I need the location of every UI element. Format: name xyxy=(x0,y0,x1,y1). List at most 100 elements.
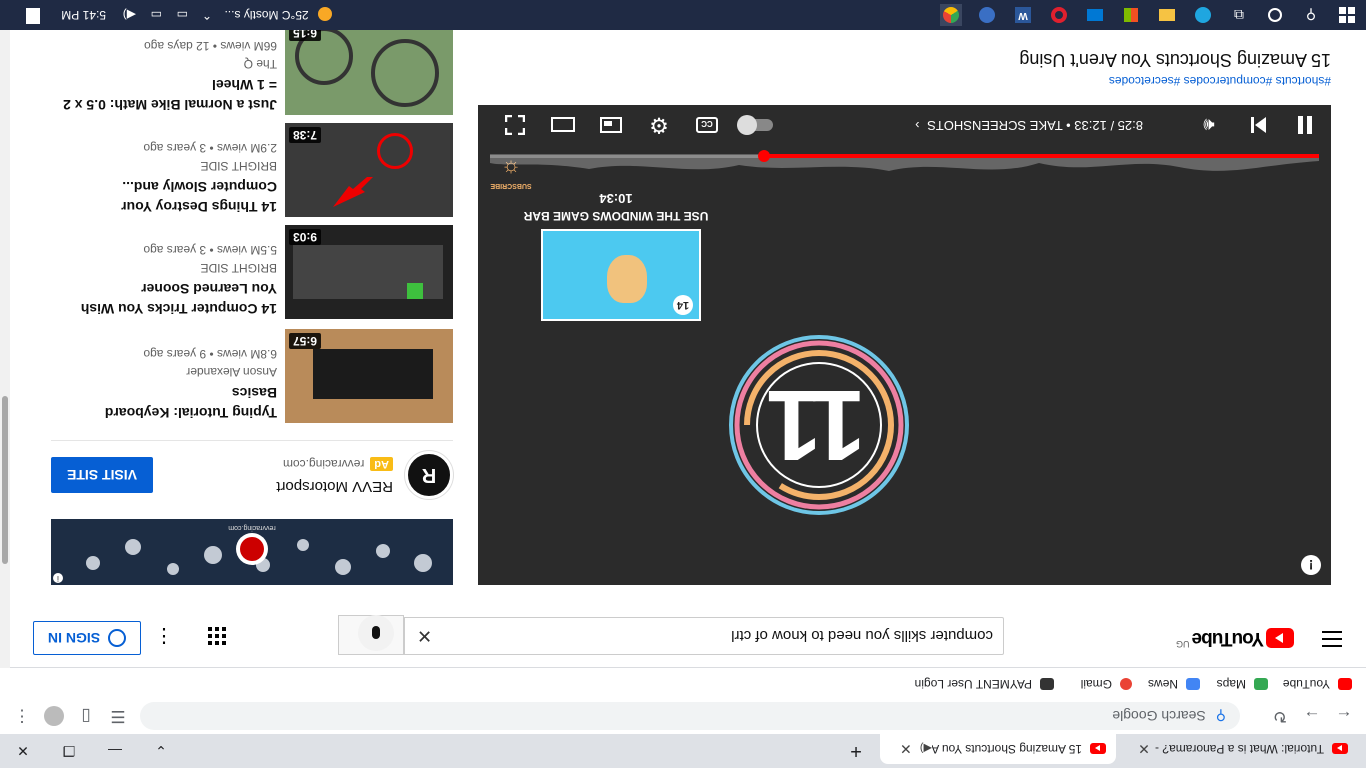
windows-start-icon[interactable] xyxy=(1336,4,1358,26)
reload-icon[interactable]: ↻ xyxy=(1268,704,1292,728)
visit-site-button[interactable]: VISIT SITE xyxy=(51,457,153,493)
progress-scrubber[interactable] xyxy=(757,150,770,162)
chrome-icon[interactable] xyxy=(940,4,962,26)
info-icon[interactable]: ! xyxy=(1301,555,1321,575)
video-thumbnail[interactable]: 6:15 xyxy=(285,21,453,115)
tab-shortcuts[interactable]: 15 Amazing Shortcuts You A... ◀) ✕ xyxy=(880,734,1116,764)
autoplay-toggle[interactable] xyxy=(737,111,775,139)
revv-logo[interactable]: R xyxy=(405,451,453,499)
video-thumbnail[interactable]: 7:38 xyxy=(285,123,453,217)
back-arrow-icon[interactable]: ← xyxy=(1332,704,1356,728)
maximize-button[interactable]: ❐ xyxy=(46,734,92,768)
tab-search-icon[interactable]: ⌄ xyxy=(138,734,184,768)
related-video[interactable]: 7:38 14 Things Destroy Your Computer Slo… xyxy=(51,123,453,217)
tab-panorama[interactable]: Tutorial: What is a Panorama? - Y... ✕ xyxy=(1122,734,1358,764)
ad-name[interactable]: REVV Motorsport xyxy=(276,478,393,495)
profile-avatar[interactable] xyxy=(42,704,66,728)
task-view-icon[interactable]: ⧉ xyxy=(1228,4,1250,26)
close-window-button[interactable]: ✕ xyxy=(0,734,46,768)
browser-tab-bar: Tutorial: What is a Panorama? - Y... ✕ 1… xyxy=(0,734,1366,768)
channel-name[interactable]: Anson Alexander xyxy=(57,365,277,379)
time-current: 8:25 xyxy=(1117,118,1143,133)
search-input[interactable]: computer skills you need to know of ctrl… xyxy=(404,617,1004,655)
sign-in-label: SIGN IN xyxy=(47,630,101,646)
keyboard-image xyxy=(313,349,433,399)
youtube-icon xyxy=(1338,678,1352,690)
network-icon[interactable]: ▭ xyxy=(177,8,188,22)
voice-search-button[interactable] xyxy=(358,615,394,651)
bookmark-payment[interactable]: PAYMENT User Login xyxy=(915,677,1054,691)
notifications-icon[interactable] xyxy=(26,5,40,24)
channel-name[interactable]: BRIGHT SIDE xyxy=(57,261,277,275)
progress-fill xyxy=(763,154,1319,158)
new-tab-button[interactable]: + xyxy=(842,738,870,762)
next-video-button[interactable] xyxy=(1245,111,1273,139)
chapter-title[interactable]: TAKE SCREENSHOTS xyxy=(927,118,1063,133)
battery-icon[interactable]: ▭ xyxy=(151,8,162,22)
miniplayer-icon[interactable] xyxy=(597,111,625,139)
channel-name[interactable]: The Q xyxy=(57,57,277,71)
video-thumbnail[interactable]: 9:03 xyxy=(285,225,453,319)
bookmark-maps[interactable]: Maps xyxy=(1217,677,1268,691)
side-panel-icon[interactable]: ▯ xyxy=(74,704,98,728)
video-player[interactable]: ! 11 14 USE THE WINDOWS GAME BAR 10:34 S… xyxy=(478,105,1331,585)
clock[interactable]: 5:41 PM xyxy=(61,8,106,22)
audio-playing-icon[interactable]: ◀) xyxy=(920,743,932,756)
youtube-logo[interactable]: YouTube UG xyxy=(1176,627,1294,649)
theater-mode-icon[interactable] xyxy=(549,111,577,139)
channel-name[interactable]: BRIGHT SIDE xyxy=(57,159,277,173)
related-video[interactable]: 6:15 Just a Normal Bike Math: 0.5 x 2 = … xyxy=(51,21,453,115)
browser-menu-icon[interactable]: ⋮ xyxy=(10,704,34,728)
mail-icon[interactable] xyxy=(1084,4,1106,26)
volume-icon[interactable]: 🔊︎ xyxy=(1195,111,1223,139)
apps-grid-icon[interactable] xyxy=(208,622,226,645)
settings-gear-icon[interactable]: ⚙ xyxy=(645,111,673,139)
video-duration: 6:57 xyxy=(289,333,322,349)
weather-widget[interactable]: 25°C Mostly s... xyxy=(225,7,332,22)
bookmark-label: Gmail xyxy=(1080,677,1112,691)
app-icon[interactable] xyxy=(976,4,998,26)
news-icon xyxy=(1186,678,1200,690)
cortana-icon[interactable] xyxy=(1264,4,1286,26)
volume-icon[interactable]: ◀) xyxy=(123,8,136,22)
bookmark-gmail[interactable]: Gmail xyxy=(1081,677,1132,691)
clear-search-icon[interactable]: ✕ xyxy=(417,626,432,647)
opera-icon[interactable] xyxy=(1048,4,1070,26)
captions-icon[interactable]: CC xyxy=(693,111,721,139)
fullscreen-icon[interactable] xyxy=(501,111,529,139)
scrollbar-thumb[interactable] xyxy=(2,396,8,564)
show-hidden-icons[interactable]: ⌃ xyxy=(202,8,212,22)
payment-icon xyxy=(1040,678,1054,690)
ad-banner[interactable]: revvracing.com i xyxy=(51,519,453,585)
bookmark-youtube[interactable]: YouTube xyxy=(1283,677,1352,691)
page-scrollbar[interactable] xyxy=(0,0,10,668)
video-hashtags[interactable]: #shortcuts #computercodes #secretcodes xyxy=(478,74,1331,88)
store-icon[interactable] xyxy=(1120,4,1142,26)
tab-title: 15 Amazing Shortcuts You A... xyxy=(932,742,1082,756)
settings-more-icon[interactable]: ⋮ xyxy=(154,624,174,649)
sign-in-button[interactable]: SIGN IN xyxy=(33,621,141,655)
video-thumbnail[interactable]: 6:57 xyxy=(285,329,453,423)
progress-bar[interactable] xyxy=(490,150,1319,162)
related-video[interactable]: 9:03 14 Computer Tricks You Wish You Lea… xyxy=(51,225,453,319)
logo-region: UG xyxy=(1176,639,1190,649)
file-explorer-icon[interactable] xyxy=(1156,4,1178,26)
pause-button[interactable] xyxy=(1291,111,1319,139)
related-video[interactable]: 6:57 Typing Tutorial: Keyboard Basics An… xyxy=(51,329,453,423)
close-tab-icon[interactable]: ✕ xyxy=(1134,741,1154,758)
bookmark-news[interactable]: News xyxy=(1148,677,1200,691)
close-tab-icon[interactable]: ✕ xyxy=(896,741,916,758)
forward-arrow-icon[interactable]: → xyxy=(1300,704,1324,728)
chevron-right-icon[interactable]: › xyxy=(915,118,919,133)
endcard-video-thumbnail[interactable]: 14 xyxy=(541,229,701,321)
hamburger-menu-icon[interactable] xyxy=(1322,631,1342,647)
highlight-key xyxy=(407,283,423,299)
edge-icon[interactable] xyxy=(1192,4,1214,26)
reading-list-icon[interactable]: ☰ xyxy=(106,704,130,728)
word-icon[interactable]: W xyxy=(1012,4,1034,26)
ad-info-icon[interactable]: i xyxy=(53,573,63,583)
address-bar[interactable]: ⚲ Search Google xyxy=(140,702,1240,730)
windows-taskbar: ⚲ ⧉ W 25°C Mostly s... ⌃ ▭ ▭ ◀) 5:41 PM xyxy=(0,0,1366,30)
minimize-button[interactable]: — xyxy=(92,734,138,768)
search-icon[interactable]: ⚲ xyxy=(1300,4,1322,26)
